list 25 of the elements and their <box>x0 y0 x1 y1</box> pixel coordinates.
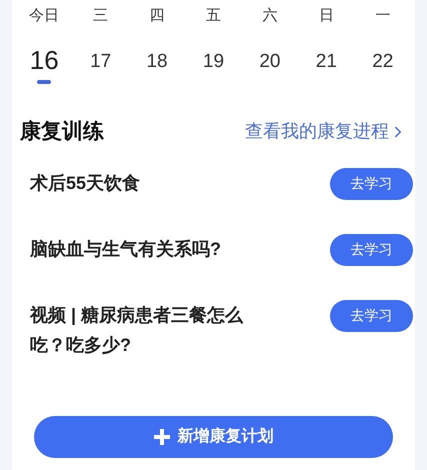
study-button[interactable]: 去学习 <box>330 168 413 200</box>
weekday-label: 五 <box>206 6 221 26</box>
weekday-label: 六 <box>262 6 278 26</box>
date-tab[interactable]: 20 <box>259 50 280 74</box>
lesson-title: 术后55天饮食 <box>30 172 142 194</box>
weekday-label: 日 <box>318 6 334 26</box>
weekday-label: 四 <box>150 6 165 26</box>
lesson-title: 视频 | 糖尿病患者三餐怎么吃？吃多少? <box>30 304 244 356</box>
plus-icon <box>154 429 170 445</box>
lesson-title: 脑缺血与生气有关系吗? <box>30 238 222 260</box>
add-plan-button[interactable]: 新增康复计划 <box>34 416 393 458</box>
date-tab[interactable]: 17 <box>90 50 112 74</box>
section-title: 康复训练 <box>20 118 104 145</box>
study-button[interactable]: 去学习 <box>330 234 413 266</box>
date-tab[interactable]: 16 <box>30 44 59 76</box>
progress-link[interactable]: 查看我的康复进程 <box>245 118 407 146</box>
selected-underline <box>37 80 52 84</box>
date-tab[interactable]: 19 <box>202 50 224 74</box>
study-button[interactable]: 去学习 <box>330 300 413 332</box>
weekday-label: 三 <box>93 6 108 26</box>
date-tab[interactable]: 21 <box>316 50 337 74</box>
date-tab[interactable]: 22 <box>372 50 394 74</box>
weekday-label: 今日 <box>29 6 60 26</box>
date-tab[interactable]: 18 <box>146 50 168 74</box>
weekday-label: 一 <box>375 6 390 26</box>
